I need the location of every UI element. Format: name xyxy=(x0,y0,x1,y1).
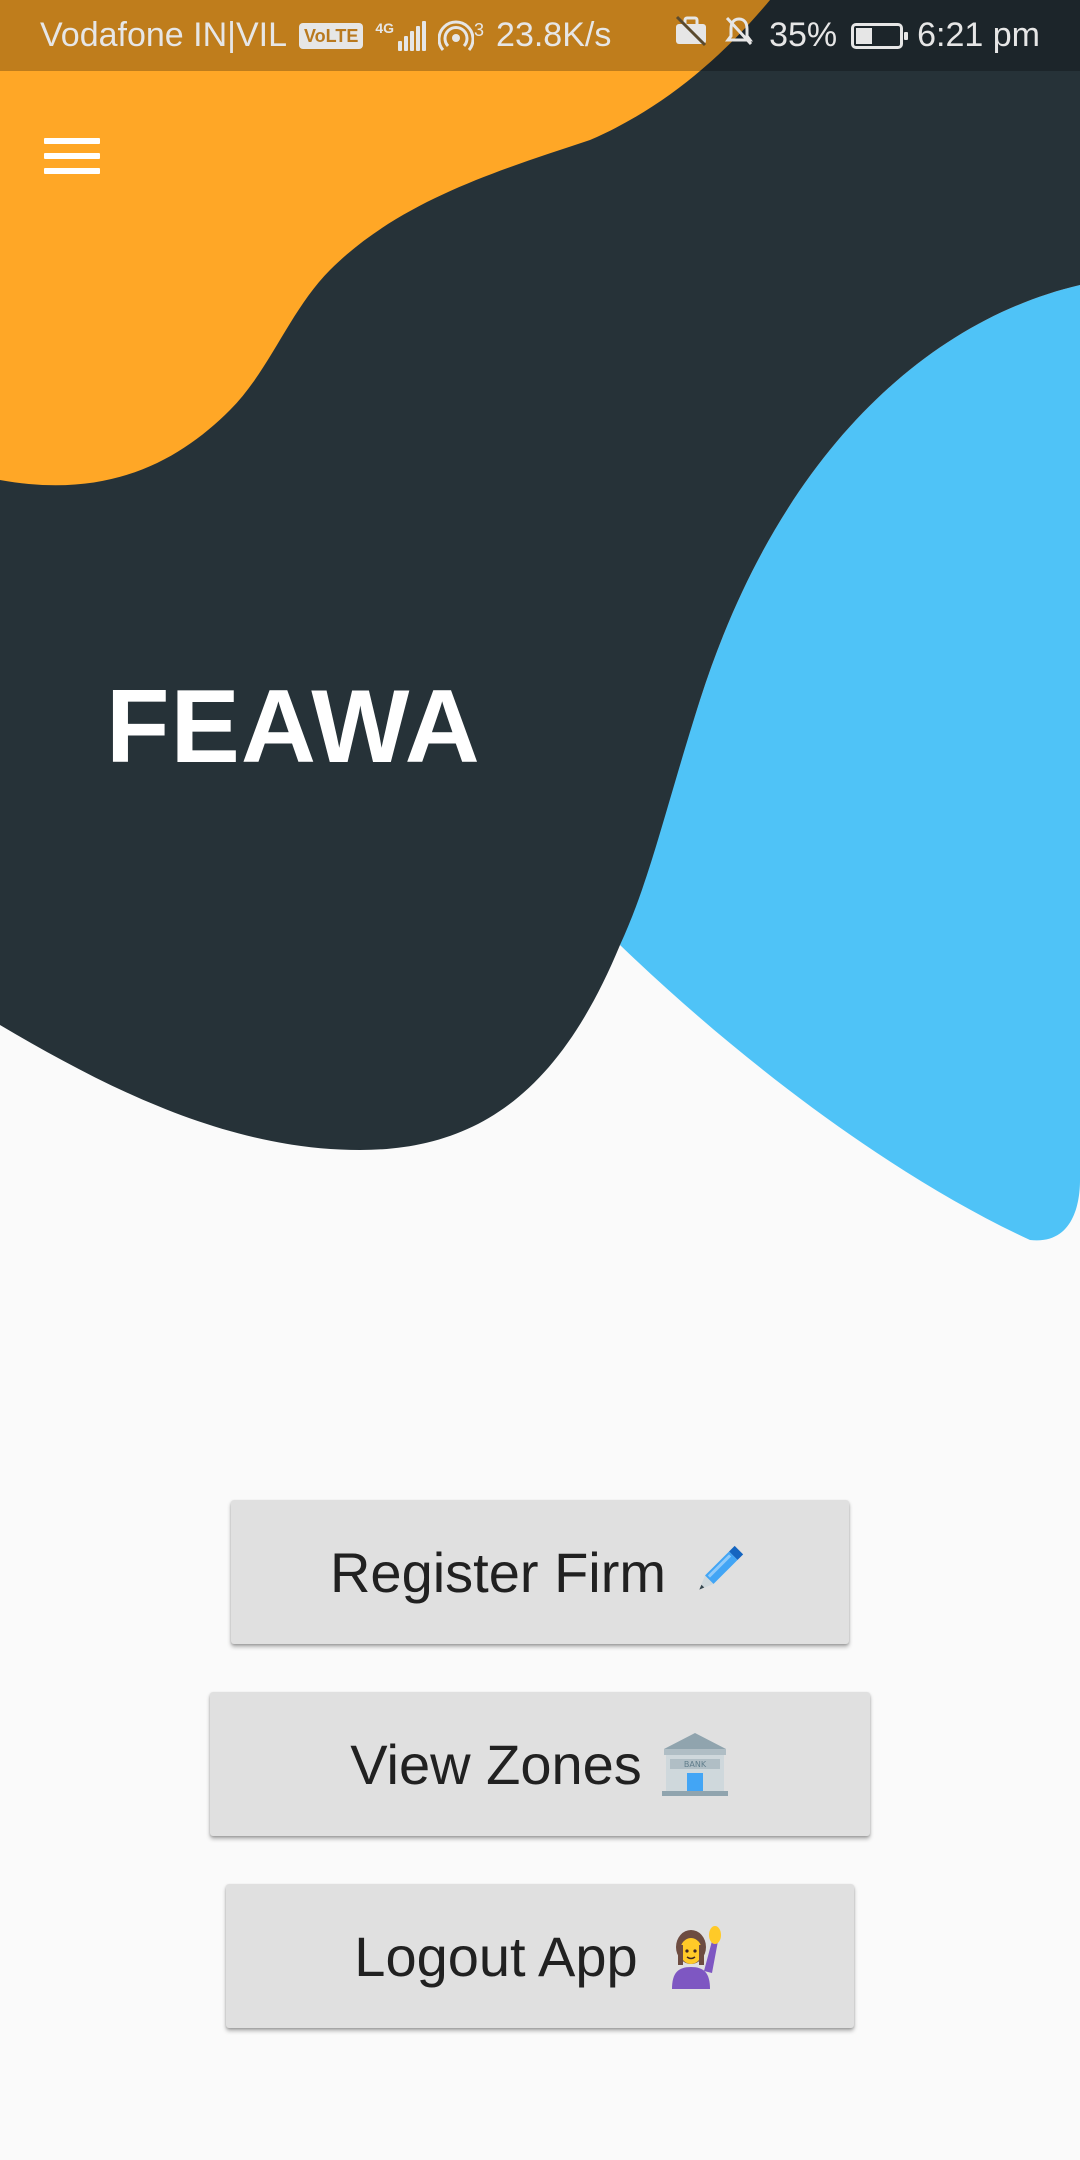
logout-app-label: Logout App xyxy=(354,1924,638,1988)
volte-icon: VoLTE xyxy=(299,22,364,49)
background-blobs xyxy=(0,0,1080,1241)
view-zones-label: View Zones xyxy=(350,1732,642,1796)
pen-icon xyxy=(684,1539,750,1605)
home-screen: Vodafone IN|VIL VoLTE 4G 3 23.8K/s 35% 6… xyxy=(0,0,1080,2160)
bell-off-icon xyxy=(723,15,755,56)
person-raising-hand-icon xyxy=(656,1921,726,1991)
view-zones-button[interactable]: View Zones BANK xyxy=(210,1692,870,1836)
hamburger-menu-icon[interactable] xyxy=(44,124,124,188)
logout-app-button[interactable]: Logout App xyxy=(226,1884,854,2028)
briefcase-off-icon xyxy=(673,15,709,56)
network-speed: 23.8K/s xyxy=(496,16,612,54)
register-firm-label: Register Firm xyxy=(329,1540,667,1604)
hotspot-icon: 3 xyxy=(438,20,484,52)
bank-icon: BANK xyxy=(660,1731,730,1797)
status-right: 35% 6:21 pm xyxy=(673,15,1040,56)
network-type-label: 4G xyxy=(375,19,395,36)
clock: 6:21 pm xyxy=(917,16,1040,54)
app-title: FEAWA xyxy=(106,669,481,785)
signal-icon: 4G xyxy=(375,19,427,51)
svg-text:BANK: BANK xyxy=(684,1760,707,1769)
register-firm-button[interactable]: Register Firm xyxy=(231,1500,849,1644)
carrier-name: Vodafone IN|VIL xyxy=(40,16,288,54)
battery-icon xyxy=(851,22,909,49)
hotspot-count: 3 xyxy=(474,19,485,40)
battery-percent: 35% xyxy=(769,16,838,54)
status-bar: Vodafone IN|VIL VoLTE 4G 3 23.8K/s 35% 6… xyxy=(0,0,1080,71)
status-left: Vodafone IN|VIL VoLTE 4G 3 23.8K/s xyxy=(40,16,611,55)
